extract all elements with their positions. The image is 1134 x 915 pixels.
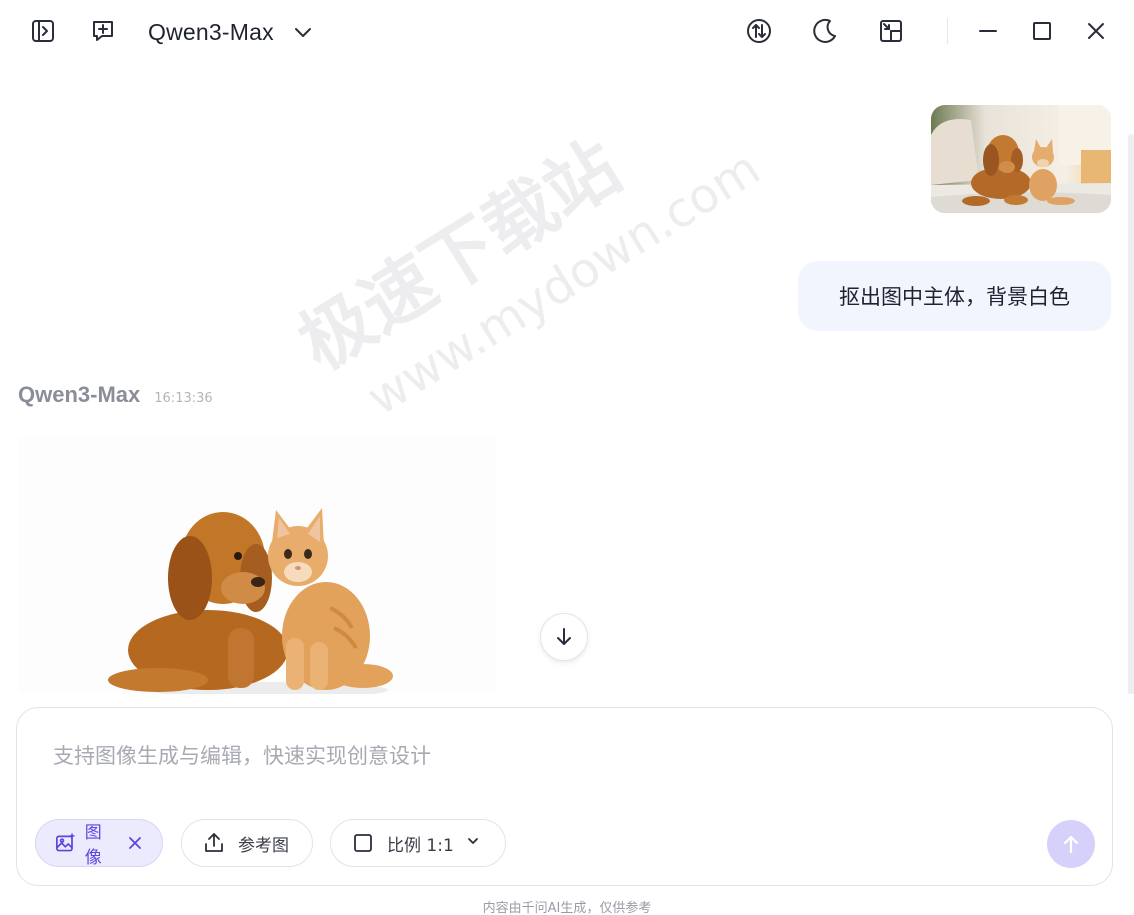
reference-label: 参考图 <box>238 835 289 856</box>
ai-disclaimer: 内容由千问AI生成，仅供参考 <box>482 901 652 915</box>
close-icon[interactable] <box>1079 14 1113 48</box>
bot-timestamp: 16:13:36 <box>154 391 213 406</box>
remove-image-mode-icon[interactable] <box>127 834 144 852</box>
model-selector[interactable]: Qwen3-Max <box>148 16 314 48</box>
send-button[interactable] <box>1047 820 1095 868</box>
chat-area: 抠出图中主体，背景白色 Qwen3-Max 16:13:36 <box>0 64 1134 694</box>
user-message-text: 抠出图中主体，背景白色 <box>839 285 1070 309</box>
user-message-bubble: 抠出图中主体，背景白色 <box>798 261 1111 331</box>
ratio-label: 比例 1:1 <box>387 835 454 856</box>
bot-message-header: Qwen3-Max 16:13:36 <box>18 382 213 408</box>
scrollbar[interactable] <box>1128 134 1134 694</box>
prompt-input[interactable] <box>53 740 1053 780</box>
aspect-ratio-select[interactable]: 比例 1:1 <box>330 819 506 867</box>
title-bar: Qwen3-Max <box>0 0 1134 64</box>
ratio-chevron-down-icon <box>466 833 480 853</box>
image-chip-label: 图像 <box>84 823 102 868</box>
arrow-down-icon <box>557 628 571 645</box>
moon-icon[interactable] <box>808 14 842 48</box>
maximize-icon[interactable] <box>1025 14 1059 48</box>
message-composer: 图像 参考图 比例 1:1 <box>16 707 1113 886</box>
window-snap-icon[interactable] <box>874 14 908 48</box>
image-sparkle-icon <box>55 832 76 852</box>
sync-icon[interactable] <box>742 14 776 48</box>
user-uploaded-image[interactable] <box>931 105 1111 213</box>
image-mode-chip[interactable]: 图像 <box>35 819 163 868</box>
titlebar-divider <box>947 18 948 44</box>
scroll-to-bottom-button[interactable] <box>540 613 588 661</box>
generated-image[interactable] <box>18 438 496 694</box>
sidebar-toggle-icon[interactable] <box>26 14 60 48</box>
bot-name: Qwen3-Max <box>18 382 141 407</box>
model-name: Qwen3-Max <box>148 18 274 45</box>
square-ratio-icon <box>354 834 372 852</box>
arrow-up-icon <box>1063 835 1079 854</box>
minimize-icon[interactable] <box>971 14 1005 48</box>
reference-image-button[interactable]: 参考图 <box>181 819 313 867</box>
new-chat-icon[interactable] <box>86 14 120 48</box>
upload-icon <box>205 833 223 852</box>
chevron-down-icon <box>294 28 311 37</box>
